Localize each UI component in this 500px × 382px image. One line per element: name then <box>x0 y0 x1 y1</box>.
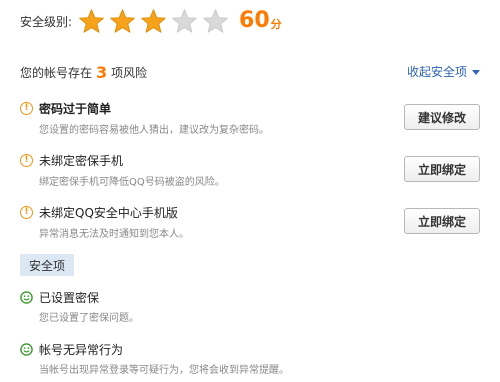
score-unit: 分 <box>270 18 282 31</box>
smile-icon <box>20 291 33 304</box>
safe-items-tag: 安全项 <box>20 254 74 276</box>
risk-item-desc: 您设置的密码容易被他人猜出，建议改为复杂密码。 <box>39 125 269 136</box>
caret-down-icon <box>472 70 480 75</box>
security-level-row: 安全级别: 60 分 <box>20 0 480 42</box>
star-empty-icon <box>172 8 197 33</box>
risk-summary-suffix: 项风险 <box>111 65 148 80</box>
collapse-link-label: 收起安全项 <box>406 65 467 79</box>
warning-icon: ! <box>20 102 33 115</box>
risk-item-password: ! 密码过于简单 您设置的密码容易被他人猜出，建议改为复杂密码。 建议修改 <box>20 100 480 140</box>
safe-item-title: 已设置密保 <box>39 291 100 305</box>
bind-security-app-button[interactable]: 立即绑定 <box>404 208 480 234</box>
risk-item-desc: 绑定密保手机可降低QQ号码被盗的风险。 <box>39 177 225 188</box>
bind-phone-button[interactable]: 立即绑定 <box>404 156 480 182</box>
safe-item-desc: 您已设置了密保问题。 <box>39 313 139 324</box>
safe-item-no-abnormal: 帐号无异常行为 当帐号出现异常登录等可疑行为，您将会收到异常提醒。 <box>20 341 480 376</box>
warning-icon: ! <box>20 154 33 167</box>
safe-item-security-question: 已设置密保 您已设置了密保问题。 <box>20 289 480 324</box>
risk-item-phone: ! 未绑定密保手机 绑定密保手机可降低QQ号码被盗的风险。 立即绑定 <box>20 152 480 192</box>
security-level-label: 安全级别: <box>20 14 73 29</box>
score-value: 60 <box>239 8 270 33</box>
safe-item-desc: 当帐号出现异常登录等可疑行为，您将会收到异常提醒。 <box>39 365 289 376</box>
risk-summary-prefix: 您的帐号存在 <box>20 65 93 80</box>
risk-item-security-app: ! 未绑定QQ安全中心手机版 异常消息无法及时通知到您本人。 立即绑定 <box>20 204 480 244</box>
safe-item-title: 帐号无异常行为 <box>39 343 124 357</box>
risk-count: 3 <box>96 62 108 82</box>
star-empty-icon <box>203 8 228 33</box>
star-rating <box>78 8 233 35</box>
star-filled-icon <box>79 8 104 33</box>
warning-icon: ! <box>20 206 33 219</box>
risk-item-title: 未绑定密保手机 <box>39 154 124 168</box>
star-filled-icon <box>110 8 135 33</box>
risk-item-desc: 异常消息无法及时通知到您本人。 <box>39 229 189 240</box>
security-score: 60 分 <box>239 10 282 32</box>
risk-item-title: 未绑定QQ安全中心手机版 <box>39 206 178 220</box>
star-filled-icon <box>141 8 166 33</box>
suggest-modify-button[interactable]: 建议修改 <box>404 104 480 130</box>
risk-item-title: 密码过于简单 <box>39 102 112 116</box>
smile-icon <box>20 343 33 356</box>
collapse-security-items-link[interactable]: 收起安全项 <box>407 63 480 80</box>
risk-summary: 您的帐号存在 3 项风险 收起安全项 <box>20 60 480 84</box>
